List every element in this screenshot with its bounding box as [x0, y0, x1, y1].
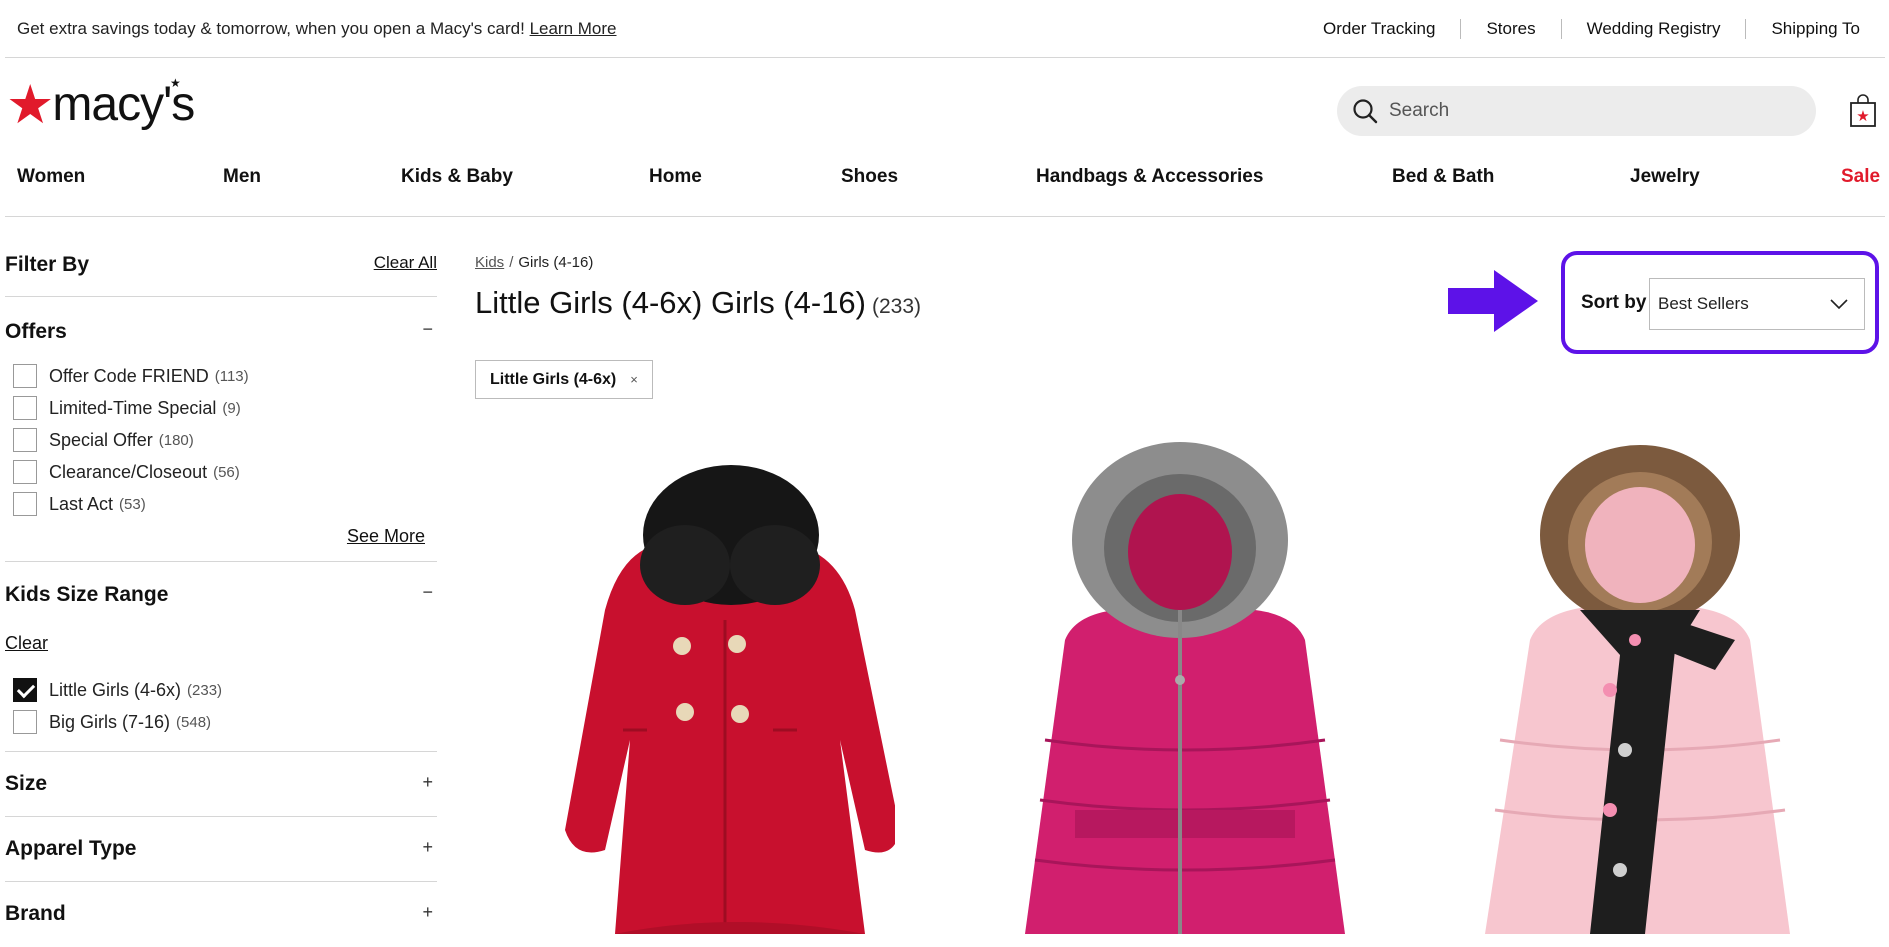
filter-by-title: Filter By: [5, 253, 90, 276]
wedding-registry-link[interactable]: Wedding Registry: [1562, 19, 1747, 39]
arrow-right-icon: [1448, 270, 1538, 332]
close-icon[interactable]: ×: [630, 372, 638, 387]
breadcrumb-current: Girls (4-16): [518, 254, 594, 271]
brand-section[interactable]: Brand +: [5, 882, 437, 947]
offer-option-last-act[interactable]: Last Act (53): [13, 492, 146, 516]
nav-bed-bath[interactable]: Bed & Bath: [1392, 166, 1494, 188]
search-icon: [1353, 99, 1378, 124]
option-count: (548): [176, 713, 212, 731]
checkbox[interactable]: [13, 396, 37, 420]
chevron-down-icon: [1830, 299, 1848, 309]
nav-home[interactable]: Home: [649, 166, 702, 188]
clear-all-link[interactable]: Clear All: [374, 253, 437, 273]
page-title: Little Girls (4-6x) Girls (4-16) (233): [475, 285, 921, 321]
option-count: (9): [222, 399, 241, 417]
size-title[interactable]: Size: [5, 772, 47, 796]
red-wool-coat-image[interactable]: [535, 440, 895, 934]
breadcrumb-separator: /: [509, 254, 514, 271]
checked-checkbox[interactable]: [13, 678, 37, 702]
chip-label: Little Girls (4-6x): [490, 370, 617, 388]
stores-link[interactable]: Stores: [1461, 19, 1562, 39]
option-count: (180): [158, 431, 194, 449]
top-banner: Get extra savings today & tomorrow, when…: [5, 0, 1885, 58]
promo-message: Get extra savings today & tomorrow, when…: [17, 19, 525, 38]
sort-dropdown[interactable]: Best Sellers: [1649, 278, 1865, 330]
nav-jewelry[interactable]: Jewelry: [1630, 166, 1700, 188]
checkbox[interactable]: [13, 460, 37, 484]
option-label: Little Girls (4-6x): [49, 679, 182, 700]
nav-men[interactable]: Men: [223, 166, 261, 188]
promo-text: Get extra savings today & tomorrow, when…: [17, 19, 617, 39]
kids-size-range-title[interactable]: Kids Size Range: [5, 583, 168, 607]
option-label: Clearance/Closeout: [49, 461, 208, 482]
learn-more-link[interactable]: Learn More: [530, 19, 617, 38]
search-bar[interactable]: [1337, 86, 1816, 136]
checkbox[interactable]: [13, 710, 37, 734]
sort-by-label: Sort by: [1581, 292, 1647, 313]
shopping-bag-icon[interactable]: ★: [1849, 94, 1877, 128]
offer-option-clearance[interactable]: Clearance/Closeout (56): [13, 460, 240, 484]
expand-icon[interactable]: +: [422, 772, 433, 793]
option-count: (53): [119, 495, 146, 513]
size-section[interactable]: Size +: [5, 752, 437, 817]
size-option-big-girls[interactable]: Big Girls (7-16) (548): [13, 710, 211, 734]
filter-header: Filter By Clear All: [5, 243, 437, 297]
utility-links: Order Tracking Stores Wedding Registry S…: [1298, 19, 1860, 39]
see-more-link[interactable]: See More: [347, 526, 425, 547]
clear-size-link[interactable]: Clear: [5, 633, 48, 654]
page-title-text: Little Girls (4-6x) Girls (4-16): [475, 285, 866, 320]
checkbox[interactable]: [13, 492, 37, 516]
option-count: (113): [214, 367, 249, 385]
active-filter-chip[interactable]: Little Girls (4-6x) ×: [475, 360, 653, 399]
result-count: (233): [872, 295, 922, 318]
size-option-little-girls[interactable]: Little Girls (4-6x) (233): [13, 678, 222, 702]
red-star-icon: ★: [6, 75, 55, 135]
option-label: Big Girls (7-16): [49, 711, 171, 732]
macys-logo[interactable]: ★ macy's ★: [6, 75, 195, 135]
sort-selected-value: Best Sellers: [1658, 294, 1749, 313]
filter-sidebar: Filter By Clear All Offers − Offer Code …: [5, 243, 437, 947]
search-input[interactable]: [1389, 100, 1769, 122]
expand-icon[interactable]: +: [422, 837, 433, 858]
option-label: Last Act: [49, 493, 114, 514]
kids-size-range-section: Kids Size Range − Clear Little Girls (4-…: [5, 562, 437, 752]
nav-shoes[interactable]: Shoes: [841, 166, 898, 188]
offers-section: Offers − Offer Code FRIEND (113) Limited…: [5, 297, 437, 562]
offer-option-special[interactable]: Special Offer (180): [13, 428, 194, 452]
nav-sale[interactable]: Sale: [1841, 166, 1880, 188]
svg-text:★: ★: [1856, 107, 1869, 125]
checkbox[interactable]: [13, 364, 37, 388]
option-label: Limited-Time Special: [49, 397, 217, 418]
option-label: Offer Code FRIEND: [49, 365, 209, 386]
expand-icon[interactable]: +: [422, 902, 433, 923]
breadcrumb-kids-link[interactable]: Kids: [475, 254, 504, 271]
option-label: Special Offer: [49, 429, 153, 450]
brand-title[interactable]: Brand: [5, 902, 66, 926]
nav-handbags-accessories[interactable]: Handbags & Accessories: [1036, 166, 1263, 188]
collapse-icon[interactable]: −: [422, 319, 433, 340]
offer-option-friend[interactable]: Offer Code FRIEND (113): [13, 364, 249, 388]
collapse-icon[interactable]: −: [422, 582, 433, 603]
shipping-to-link[interactable]: Shipping To: [1746, 19, 1860, 39]
light-pink-puffer-with-scarf-image[interactable]: [1460, 440, 1820, 934]
option-count: (233): [187, 681, 223, 699]
order-tracking-link[interactable]: Order Tracking: [1298, 19, 1462, 39]
checkbox[interactable]: [13, 428, 37, 452]
nav-women[interactable]: Women: [17, 166, 85, 188]
offers-title[interactable]: Offers: [5, 320, 67, 344]
pink-puffer-jacket-image[interactable]: [1005, 440, 1365, 934]
main-navigation: Women Men Kids & Baby Home Shoes Handbag…: [5, 160, 1885, 217]
apparel-type-section[interactable]: Apparel Type +: [5, 817, 437, 882]
breadcrumb: Kids / Girls (4-16): [475, 254, 593, 271]
offer-option-limited-time[interactable]: Limited-Time Special (9): [13, 396, 241, 420]
nav-kids-baby[interactable]: Kids & Baby: [401, 166, 513, 188]
small-star-icon: ★: [170, 76, 181, 90]
option-count: (56): [213, 463, 240, 481]
apparel-type-title[interactable]: Apparel Type: [5, 837, 136, 861]
